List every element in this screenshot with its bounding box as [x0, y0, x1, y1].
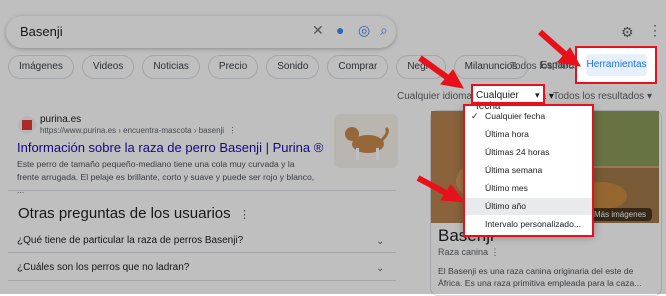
arrow-to-year [416, 175, 450, 197]
arrow-to-tools [538, 29, 568, 58]
annotation-arrows [416, 29, 581, 203]
arrow-to-date [418, 55, 450, 81]
